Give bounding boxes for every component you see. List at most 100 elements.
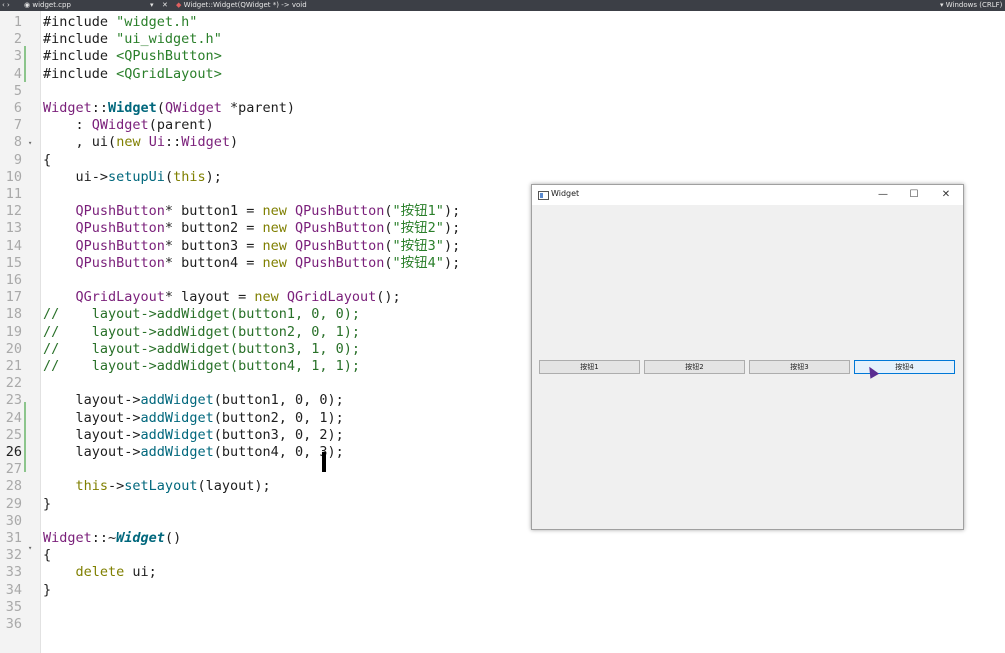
line-number: 19 <box>5 323 22 340</box>
code-token: * button3 = <box>164 237 263 254</box>
code-line[interactable]: delete ui; <box>43 564 157 581</box>
tab-nav-arrows[interactable]: ‹ › <box>2 0 10 11</box>
push-button-1[interactable]: 按钮1 <box>539 360 640 374</box>
code-token: <QGridLayout> <box>116 65 222 82</box>
code-token: ); <box>443 254 461 271</box>
line-number: 21 <box>5 358 22 374</box>
code-token: QPushButton <box>75 220 165 237</box>
code-token: new <box>262 254 287 271</box>
code-token: "按钮4" <box>392 254 444 271</box>
minimize-button[interactable]: — <box>870 186 896 204</box>
code-token: addWidget <box>140 392 214 409</box>
line-number: 8 <box>13 134 22 151</box>
encoding-selector[interactable]: ▾ Windows (CRLF) <box>940 0 1002 11</box>
code-token: addWidget <box>140 409 214 426</box>
code-token: setupUi <box>108 168 165 185</box>
chevron-down-icon: ▾ <box>940 1 944 9</box>
close-tab-icon[interactable]: ✕ <box>162 0 168 11</box>
code-line[interactable]: layout->addWidget(button3, 0, 2); <box>43 427 344 444</box>
line-number: 4 <box>13 65 22 82</box>
code-token: ui-> <box>43 168 109 185</box>
code-token: Widget <box>43 100 92 116</box>
code-line[interactable]: layout->addWidget(button1, 0, 0); <box>43 392 344 409</box>
code-token: Ui <box>148 134 165 151</box>
code-token: Widget <box>116 530 165 546</box>
code-line[interactable]: this->setLayout(layout); <box>43 478 271 495</box>
line-number: 22 <box>5 375 22 392</box>
line-number: 2 <box>13 31 22 48</box>
code-line[interactable]: // layout->addWidget(button3, 1, 0); <box>43 341 360 358</box>
line-number: 27 <box>5 461 22 478</box>
code-line[interactable]: QPushButton* button4 = new QPushButton("… <box>43 254 461 272</box>
function-breadcrumb[interactable]: ◆ Widget::Widget(QWidget *) -> void <box>176 0 307 11</box>
fold-arrow-icon[interactable]: ▾ <box>28 135 32 152</box>
code-line[interactable]: Widget::~Widget() <box>43 530 181 547</box>
code-token: QWidget <box>164 100 222 116</box>
push-button-2[interactable]: 按钮2 <box>644 360 745 374</box>
code-line[interactable]: ui->setupUi(this); <box>43 169 222 186</box>
code-line[interactable]: } <box>43 496 51 513</box>
code-token: (parent) <box>148 117 214 134</box>
close-button[interactable]: ✕ <box>933 186 959 204</box>
code-token: QPushButton <box>75 203 165 220</box>
code-line[interactable]: #include <QPushButton> <box>43 48 222 65</box>
line-number: 31 <box>5 530 22 546</box>
code-token: #include <box>43 31 117 48</box>
code-token: ); <box>205 168 222 185</box>
code-line[interactable]: { <box>43 547 51 564</box>
code-line[interactable]: #include <QGridLayout> <box>43 66 222 83</box>
code-line[interactable]: layout->addWidget(button4, 0, 3); <box>43 444 344 461</box>
code-line[interactable]: #include "ui_widget.h" <box>43 31 222 48</box>
code-token: "按钮1" <box>392 203 444 220</box>
line-number: 12 <box>5 203 22 220</box>
file-tab-dropdown-icon[interactable]: ▾ <box>150 0 154 11</box>
push-button-3[interactable]: 按钮3 <box>749 360 850 374</box>
window-titlebar[interactable]: Widget — ☐ ✕ <box>532 185 963 205</box>
code-token: Widget <box>108 100 157 116</box>
code-line[interactable]: } <box>43 582 51 599</box>
change-marker <box>24 402 26 472</box>
code-token: : <box>43 117 92 134</box>
code-token: layout-> <box>43 444 141 460</box>
code-token: (button1, 0, 0); <box>213 392 344 409</box>
code-token: ) <box>230 134 239 151</box>
code-token: new <box>262 220 287 237</box>
code-line[interactable]: QPushButton* button1 = new QPushButton("… <box>43 203 461 220</box>
code-token: :: <box>91 100 109 116</box>
code-line[interactable]: QGridLayout* layout = new QGridLayout(); <box>43 289 401 306</box>
file-tab[interactable]: ◉ widget.cpp <box>24 0 71 11</box>
code-token: ui <box>91 134 109 151</box>
code-token: Widget <box>181 134 231 151</box>
line-number: 35 <box>5 598 22 615</box>
code-line[interactable]: // layout->addWidget(button4, 1, 1); <box>43 358 360 375</box>
code-token: * layout = <box>164 289 255 306</box>
widget-window[interactable]: Widget — ☐ ✕ 按钮1 按钮2 按钮3 按钮4 <box>531 184 964 530</box>
code-line[interactable]: QPushButton* button2 = new QPushButton("… <box>43 220 461 237</box>
maximize-button[interactable]: ☐ <box>901 186 927 204</box>
code-line[interactable]: Widget::Widget(QWidget *parent) <box>43 100 295 117</box>
code-line[interactable]: , ui(new Ui::Widget) <box>43 134 239 151</box>
code-token: ( <box>384 220 393 237</box>
code-line[interactable]: // layout->addWidget(button1, 0, 0); <box>43 306 360 323</box>
code-line[interactable]: { <box>43 152 51 169</box>
code-token: ( <box>384 254 393 271</box>
code-token: "ui_widget.h" <box>116 31 222 48</box>
line-number: 1 <box>13 14 22 30</box>
code-line[interactable]: QPushButton* button3 = new QPushButton("… <box>43 237 461 255</box>
code-line[interactable]: : QWidget(parent) <box>43 117 214 134</box>
code-line[interactable]: // layout->addWidget(button2, 0, 1); <box>43 324 360 341</box>
function-breadcrumb-label: Widget::Widget(QWidget *) -> void <box>183 1 307 9</box>
code-token: * button4 = <box>164 254 263 271</box>
code-token: QPushButton <box>295 254 385 271</box>
code-token: ); <box>443 203 461 220</box>
code-line[interactable]: layout->addWidget(button2, 0, 1); <box>43 410 344 427</box>
line-number: 18 <box>5 306 22 323</box>
fold-arrow-icon[interactable]: ▾ <box>28 540 32 557</box>
window-app-icon <box>538 191 549 200</box>
code-line[interactable]: #include "widget.h" <box>43 14 197 31</box>
code-token: this <box>173 168 206 185</box>
